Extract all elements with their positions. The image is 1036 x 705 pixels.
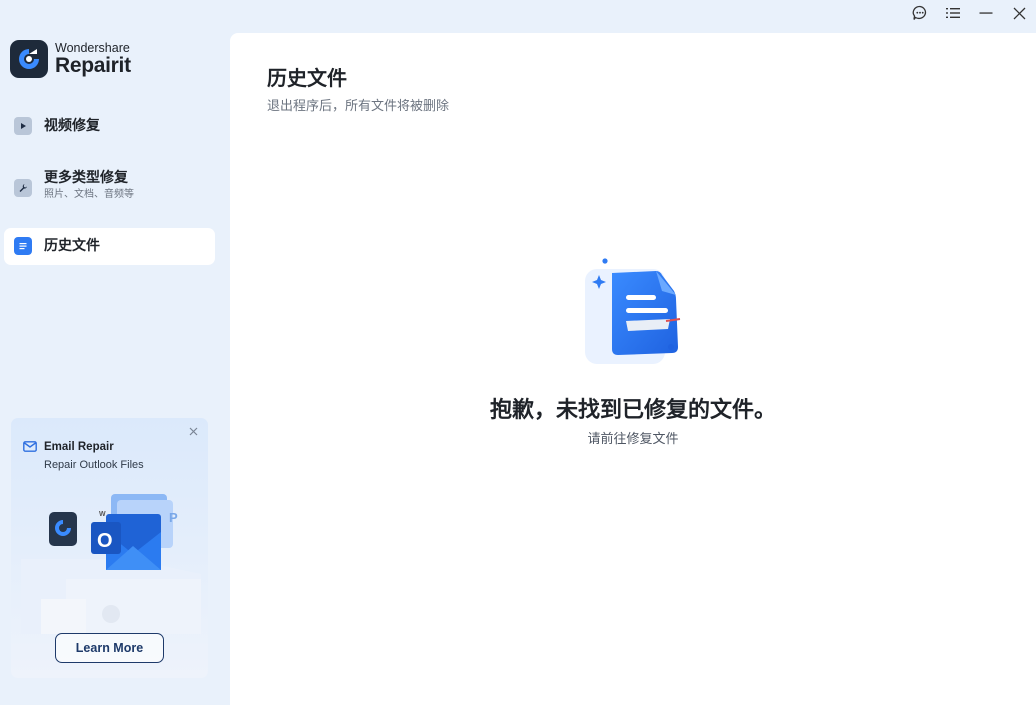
chat-bubble-icon[interactable] xyxy=(906,2,934,24)
mail-icon xyxy=(23,437,37,456)
video-play-icon xyxy=(14,117,32,135)
w-letter: W xyxy=(99,511,106,518)
outlook-illustration: P W O xyxy=(21,494,201,634)
sidebar-item-more-repair[interactable]: 更多类型修复 照片、文档、音频等 xyxy=(4,169,215,209)
document-icon xyxy=(14,237,32,255)
brand-name: Wondershare xyxy=(55,40,130,55)
email-repair-promo-card: Email Repair Repair Outlook Files P W O … xyxy=(11,418,208,678)
close-icon[interactable] xyxy=(186,424,200,438)
minimize-icon[interactable] xyxy=(972,2,1000,24)
promo-title: Email Repair xyxy=(44,440,114,453)
o-letter: O xyxy=(97,530,113,552)
empty-state-subtitle: 请前往修复文件 xyxy=(587,432,679,447)
empty-state-title: 抱歉，未找到已修复的文件。 xyxy=(489,398,776,423)
sidebar: Wondershare Repairit 视频修复 更多类型修复 照片、文档、音… xyxy=(0,0,230,705)
sidebar-item-sublabel: 照片、文档、音频等 xyxy=(44,189,134,200)
sidebar-item-history[interactable]: 历史文件 xyxy=(4,228,215,265)
sidebar-item-label: 更多类型修复 xyxy=(44,170,128,186)
sidebar-item-label: 视频修复 xyxy=(44,118,100,134)
sidebar-item-video-repair[interactable]: 视频修复 xyxy=(4,117,215,141)
menu-list-icon[interactable] xyxy=(939,2,967,24)
title-bar xyxy=(0,0,1036,32)
product-name: Repairit xyxy=(55,54,131,78)
promo-subtitle: Repair Outlook Files xyxy=(44,459,144,471)
repairit-logo-icon xyxy=(10,40,48,78)
page-title: 历史文件 xyxy=(267,66,347,90)
sidebar-item-label: 历史文件 xyxy=(44,238,100,254)
main-panel: 历史文件 退出程序后，所有文件将被删除 抱歉，未找到已修复的文件。 请前往修复文… xyxy=(230,33,1036,705)
wrench-icon xyxy=(14,179,32,197)
page-subtitle: 退出程序后，所有文件将被删除 xyxy=(267,99,450,114)
close-icon[interactable] xyxy=(1005,2,1033,24)
learn-more-button[interactable]: Learn More xyxy=(55,633,164,663)
p-letter: P xyxy=(169,510,178,525)
app-logo: Wondershare Repairit xyxy=(10,40,131,78)
empty-file-illustration xyxy=(585,258,681,364)
